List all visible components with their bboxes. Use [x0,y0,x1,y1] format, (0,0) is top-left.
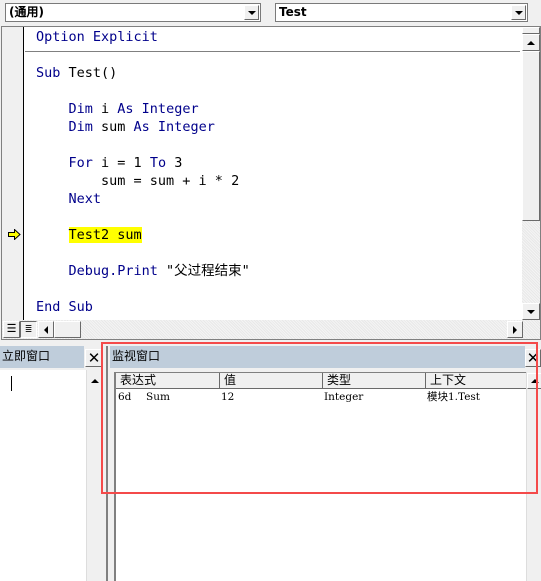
scroll-left-button[interactable] [38,321,54,338]
procedure-view-icon: ☰ [6,322,17,335]
code-token: sum = sum + i * 2 [36,173,240,189]
code-vertical-scrollbar[interactable] [522,27,540,320]
immediate-window: 立即窗口 ✕ [0,346,104,581]
code-token: 3 [174,155,183,171]
keyword-token: Sub [36,65,69,81]
code-line[interactable]: For i = 1 To 3 [36,154,183,172]
code-line[interactable]: Dim i As Integer [36,100,199,118]
code-token: Test2 sum [68,227,142,243]
keyword-token: End Sub [36,299,93,315]
code-line[interactable]: Debug.Print "父过程结束" [36,262,250,280]
chevron-down-icon[interactable] [511,5,526,20]
full-module-view-icon: ≣ [25,322,32,335]
keyword-token: Next [36,191,102,207]
keyword-token: Option Explicit [36,29,158,45]
procedure-dropdown-value: Test [279,5,307,19]
code-window: Option Explicit Sub Test() Dim i As Integ… [1,26,541,340]
procedure-dropdown[interactable]: Test [275,3,528,22]
code-line[interactable]: sum = sum + i * 2 [36,172,239,190]
code-token: "父过程结束" [166,263,250,279]
code-line[interactable]: Next [36,190,102,208]
keyword-token: Debug.Print [36,263,167,279]
code-token: i = 1 [101,155,150,171]
keyword-token: As Integer [117,101,199,117]
code-line[interactable]: Sub Test() [36,64,117,82]
procedure-view-button[interactable]: ☰ [3,321,20,338]
code-token: sum [101,119,134,135]
chevron-down-icon[interactable] [244,5,259,20]
immediate-window-input[interactable] [0,370,86,581]
keyword-token: For [36,155,102,171]
object-dropdown-value: (通用) [9,5,44,19]
code-horizontal-scrollbar[interactable]: ☰ ≣ [2,320,540,339]
immediate-window-title: 立即窗口 [0,346,84,368]
code-line[interactable]: End Sub [36,298,93,316]
scroll-up-button[interactable] [522,34,540,51]
text-cursor [11,376,12,391]
highlight-annotation-box [101,342,538,494]
code-token: i [101,101,118,117]
keyword-token: To [149,155,175,171]
split-bar-handle[interactable] [522,27,540,34]
keyword-token: Dim [36,119,102,135]
current-execution-line: Test2 sum [68,227,142,243]
keyword-token: As Integer [133,119,215,135]
code-editor[interactable]: Option Explicit Sub Test() Dim i As Integ… [2,27,522,320]
code-token: Test() [68,65,118,81]
horizontal-scroll-thumb[interactable] [54,321,81,338]
object-dropdown[interactable]: (通用) [5,3,261,22]
close-icon: ✕ [87,349,101,367]
keyword-token: Dim [36,101,102,117]
declaration-line[interactable]: Option Explicit [36,28,158,46]
code-line[interactable]: Test2 sum [36,226,142,244]
current-line-arrow-icon [8,229,21,240]
scroll-thumb[interactable] [522,51,540,221]
code-line[interactable]: Dim sum As Integer [36,118,215,136]
full-module-view-button[interactable]: ≣ [20,321,37,338]
scroll-down-button[interactable] [522,303,540,320]
scroll-right-button[interactable] [507,321,523,338]
